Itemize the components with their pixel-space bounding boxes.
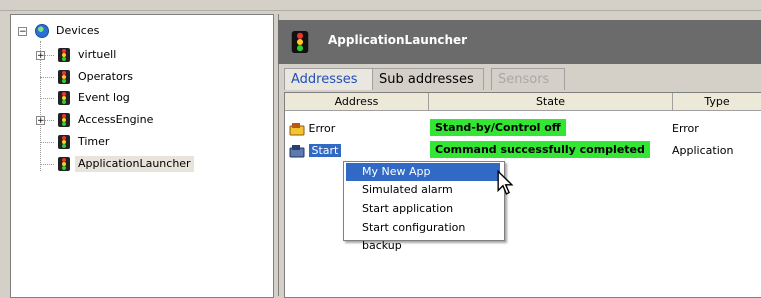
expand-icon[interactable]: + [36,51,45,61]
mouse-cursor-icon [497,170,514,195]
column-header-state[interactable]: State [429,93,673,111]
state-text: Command successfully completed [435,143,645,156]
tab-sensors: Sensors [491,68,565,90]
device-icon [291,31,309,53]
type-cell: Application [672,142,733,160]
tab-label: Addresses [291,72,358,87]
tab-addresses[interactable]: Addresses [284,68,374,90]
tree-item-label: Timer [78,135,110,148]
menu-item-start-configuration-backup[interactable]: Start configuration backup [346,219,500,252]
address-cell: Start [308,144,342,157]
type-text: Application [672,144,734,157]
tab-label: Sensors [498,72,550,87]
panel-title: ApplicationLauncher [328,33,468,47]
tree-item-timer[interactable]: Timer [57,133,112,151]
column-header-label: Type [704,95,730,108]
tree-item-label: Operators [78,70,133,83]
table-row[interactable]: Error [289,120,335,138]
tree-item-operators[interactable]: Operators [57,68,136,86]
panel-header: ApplicationLauncher [278,20,761,64]
tree-item-applicationlauncher[interactable]: ApplicationLauncher [57,155,194,173]
tree-item-label: ApplicationLauncher [75,156,194,172]
device-icon [58,70,70,84]
tree-item-label: AccessEngine [78,113,154,126]
column-header-address[interactable]: Address [285,93,429,111]
tab-sub-addresses[interactable]: Sub addresses [372,68,484,90]
tab-label: Sub addresses [379,72,474,87]
tree-line [40,142,54,143]
type-text: Error [672,122,699,135]
menu-item-label: My New App [362,165,431,178]
tree-line [40,98,54,99]
table-row[interactable]: Start [289,142,342,160]
key-icon [289,144,305,157]
column-header-label: State [535,95,566,108]
tree-line [40,164,54,165]
menu-item-label: Start application [362,202,454,215]
device-icon [58,135,70,149]
collapse-icon[interactable]: − [18,27,27,37]
key-icon [289,122,305,135]
state-cell: Stand-by/Control off [430,119,566,136]
column-header-label: Address [334,95,379,108]
device-icon [58,113,70,127]
menu-item-my-new-app[interactable]: My New App [346,163,500,181]
type-cell: Error [672,120,699,138]
device-icon [58,91,70,105]
state-cell: Command successfully completed [430,141,650,158]
column-header-type[interactable]: Type [673,93,761,111]
menu-item-start-application[interactable]: Start application [346,200,500,218]
tree-item-event-log[interactable]: Event log [57,89,133,107]
state-text: Stand-by/Control off [435,121,561,134]
device-tree[interactable]: − Devices + virtuell Operators Event log… [10,14,274,298]
window-top-border [0,0,761,11]
tree-item-virtuell[interactable]: virtuell [57,46,119,64]
expand-icon[interactable]: + [36,116,45,126]
tree-line [40,77,54,78]
device-icon [58,48,70,62]
globe-icon [35,24,49,38]
tree-item-accessengine[interactable]: AccessEngine [57,111,156,129]
tree-item-label: virtuell [78,48,117,61]
tree-root-label: Devices [56,24,100,37]
device-icon [58,157,70,171]
tree-item-label: Event log [78,91,130,104]
menu-item-simulated-alarm[interactable]: Simulated alarm [346,181,500,199]
tree-root-devices[interactable]: Devices [35,22,102,40]
menu-item-label: Simulated alarm [362,183,453,196]
context-menu: My New App Simulated alarm Start applica… [343,161,505,252]
address-cell: Error [308,122,336,135]
